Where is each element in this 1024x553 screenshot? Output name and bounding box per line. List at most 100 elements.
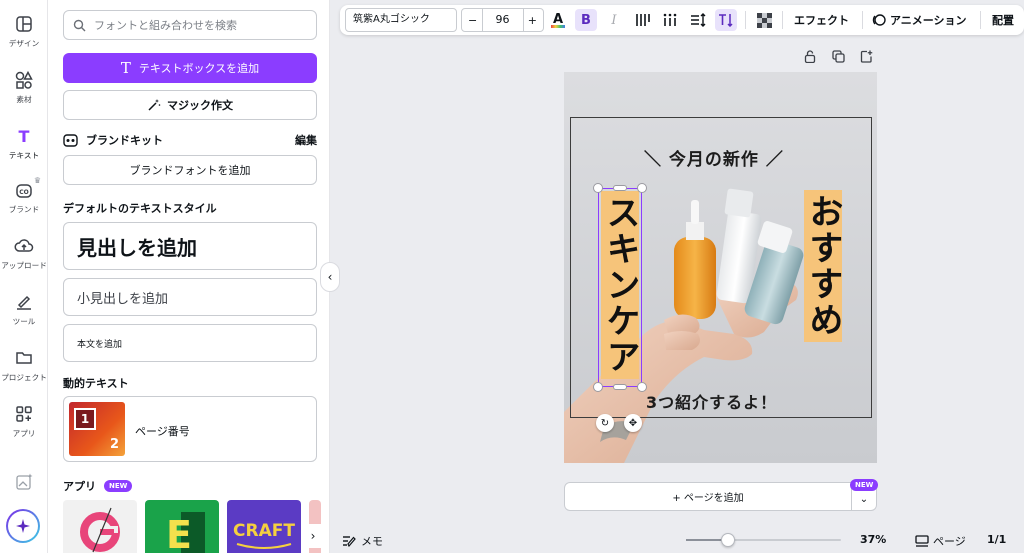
- animation-button[interactable]: アニメーション: [872, 12, 967, 28]
- rail-item-projects[interactable]: プロジェクト: [0, 348, 48, 383]
- page-number-card[interactable]: 1 2 ページ番号: [63, 396, 317, 462]
- italic-button[interactable]: I: [603, 9, 625, 31]
- default-styles-title: デフォルトのテキストスタイル: [63, 202, 217, 215]
- rail-item-magic-media[interactable]: [0, 472, 48, 492]
- add-brand-font-button[interactable]: ブランドフォントを追加: [63, 155, 317, 185]
- move-button[interactable]: ✥: [624, 414, 642, 432]
- text-color-button[interactable]: A: [547, 9, 569, 31]
- rail-item-tools[interactable]: ツール: [0, 292, 48, 327]
- resize-handle-top-left[interactable]: [593, 183, 603, 193]
- resize-handle-top[interactable]: [613, 185, 627, 191]
- animation-label: アニメーション: [890, 14, 967, 27]
- vertical-text-icon: [719, 14, 733, 27]
- bottom-caption-text[interactable]: 3つ紹介するよ！: [646, 389, 777, 413]
- brand-kit-edit-link[interactable]: 編集: [295, 132, 317, 148]
- page-number-sample-1: 1: [74, 408, 96, 430]
- add-body-text-button[interactable]: 本文を追加: [63, 324, 317, 362]
- folder-icon: [16, 352, 32, 364]
- move-icon: ✥: [628, 417, 638, 429]
- resize-handle-bottom-right[interactable]: [637, 382, 647, 392]
- rail-item-design[interactable]: デザイン: [0, 14, 48, 49]
- rail-label-design: デザイン: [8, 39, 40, 48]
- transparency-button[interactable]: [753, 9, 775, 31]
- font-family-dropdown[interactable]: 筑紫A丸ゴシック: [345, 8, 457, 32]
- animation-icon: [872, 14, 886, 26]
- rail-item-elements[interactable]: 素材: [0, 70, 48, 105]
- pages-button[interactable]: ページ: [915, 533, 966, 549]
- magic-write-button[interactable]: マジック作文: [63, 90, 317, 120]
- vertical-text-recommend[interactable]: おすすめ: [803, 190, 843, 342]
- add-page-icon-button[interactable]: [860, 50, 873, 66]
- chevron-down-icon: ⌄: [859, 494, 869, 505]
- font-search[interactable]: [63, 10, 317, 40]
- zoom-level[interactable]: 37%: [860, 533, 886, 546]
- notes-icon: [343, 536, 356, 547]
- page-number-thumbnail: 1 2: [69, 402, 125, 456]
- effects-button[interactable]: エフェクト: [794, 12, 849, 28]
- rotate-button[interactable]: ↻: [596, 414, 614, 432]
- rail-item-brand[interactable]: ♛ CO ブランド: [0, 176, 48, 215]
- search-icon: [73, 19, 86, 32]
- duplicate-icon: [832, 50, 845, 63]
- design-page[interactable]: ＼ 今月の新作 ／ スキンケア おすすめ 3つ紹介するよ！: [564, 72, 877, 463]
- apps-scroll-right-button[interactable]: ›: [305, 524, 321, 548]
- text-panel: T テキストボックスを追加 マジック作文 ブランドキット 編集 ブランドフォント…: [48, 0, 330, 553]
- rail-item-text[interactable]: T テキスト: [0, 124, 48, 161]
- headline-text[interactable]: ＼ 今月の新作 ／: [644, 145, 784, 170]
- bold-button[interactable]: B: [575, 9, 597, 31]
- vertical-align-button[interactable]: [631, 9, 653, 31]
- brand-kit-icon: [63, 133, 78, 147]
- pen-tool-icon: [17, 295, 31, 310]
- collapse-panel-button[interactable]: ‹: [320, 262, 340, 292]
- add-heading-button[interactable]: 見出しを追加: [63, 222, 317, 270]
- spacing-button[interactable]: [687, 9, 709, 31]
- zoom-slider[interactable]: [686, 533, 841, 547]
- spacing-icon: [691, 13, 706, 27]
- italic-icon: I: [611, 12, 617, 28]
- lock-icon: [804, 50, 816, 64]
- rail-item-apps[interactable]: アプリ: [0, 404, 48, 439]
- app-logo-e: E: [166, 512, 205, 553]
- resize-handle-bottom-left[interactable]: [593, 382, 603, 392]
- position-button[interactable]: 配置: [992, 12, 1014, 28]
- lock-page-button[interactable]: [804, 50, 816, 66]
- magic-wand-icon: [148, 99, 161, 111]
- font-size-decrease-button[interactable]: −: [468, 14, 477, 27]
- text-toolbar: 筑紫A丸ゴシック − 96 + A B I エフェクト アニメーション 配置: [340, 5, 1024, 35]
- apps-title-label: アプリ: [63, 480, 96, 493]
- magic-assistant-button[interactable]: [6, 509, 40, 543]
- app-tile-2[interactable]: E: [145, 500, 219, 553]
- add-page-button[interactable]: + ページを追加: [564, 482, 852, 511]
- font-size-increase-button[interactable]: +: [528, 14, 537, 27]
- vertical-text-skincare[interactable]: スキンケア: [600, 191, 640, 379]
- apps-grid-icon: [16, 406, 32, 422]
- resize-handle-bottom[interactable]: [613, 384, 627, 390]
- app-tile-3[interactable]: CRAFT: [227, 500, 301, 553]
- add-page-icon: [860, 50, 873, 63]
- svg-text:E: E: [166, 513, 192, 553]
- resize-handle-top-right[interactable]: [637, 183, 647, 193]
- font-size-input[interactable]: 96: [481, 9, 524, 31]
- toolbar-divider: [745, 11, 746, 29]
- vertical-lines-icon: [636, 14, 650, 26]
- rail-label-apps: アプリ: [12, 429, 36, 438]
- add-textbox-button[interactable]: T テキストボックスを追加: [63, 53, 317, 83]
- font-search-input[interactable]: [94, 16, 309, 34]
- rail-label-text: テキスト: [8, 151, 40, 160]
- notes-button[interactable]: メモ: [342, 533, 383, 549]
- page-count: 1/1: [987, 533, 1007, 546]
- add-subheading-button[interactable]: 小見出しを追加: [63, 278, 317, 316]
- rail-item-upload[interactable]: アップロード: [0, 236, 48, 271]
- duplicate-page-button[interactable]: [832, 50, 845, 66]
- zoom-slider-knob[interactable]: [721, 533, 735, 547]
- rail-label-projects: プロジェクト: [1, 373, 47, 382]
- page-number-label: ページ番号: [135, 425, 190, 438]
- rail-label-brand: ブランド: [8, 205, 40, 214]
- checkerboard-icon: [756, 12, 772, 28]
- list-button[interactable]: [659, 9, 681, 31]
- app-tile-1[interactable]: [63, 500, 137, 553]
- brand-kit-row: ブランドキット 編集: [63, 132, 317, 148]
- vertical-text-button[interactable]: [715, 9, 737, 31]
- bold-icon: B: [581, 12, 591, 28]
- add-page-new-badge: NEW: [850, 479, 879, 491]
